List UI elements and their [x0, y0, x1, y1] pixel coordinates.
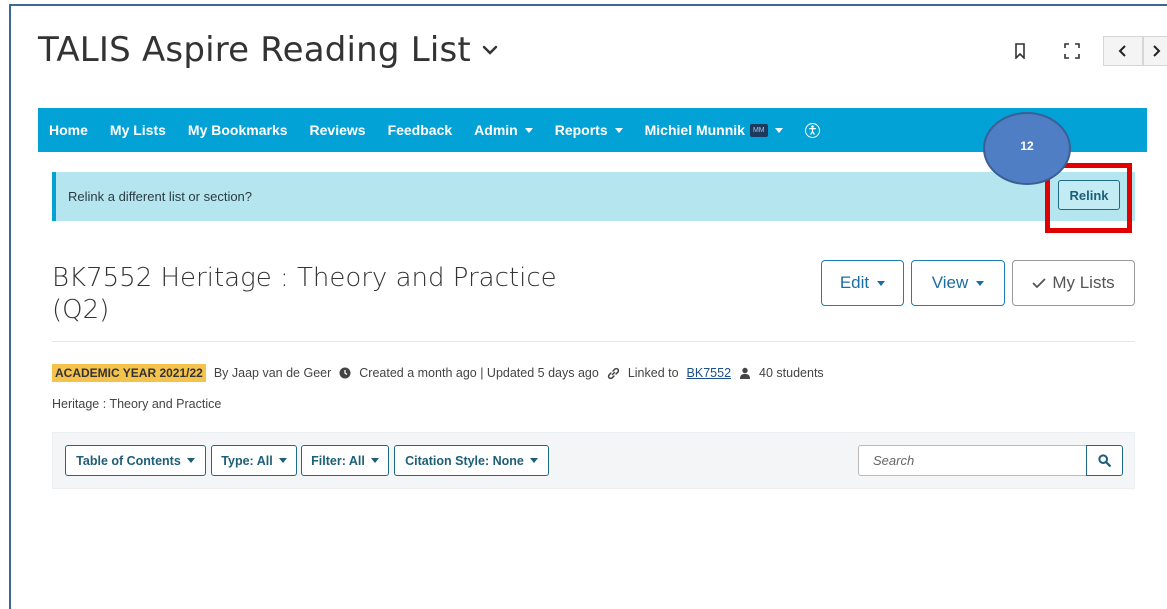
add-to-my-lists-button[interactable]: My Lists: [1012, 260, 1135, 306]
nav-reviews[interactable]: Reviews: [310, 122, 366, 138]
caret-down-icon: [529, 458, 538, 463]
caret-down-icon: [877, 280, 886, 286]
nav-my-bookmarks[interactable]: My Bookmarks: [188, 122, 288, 138]
alert-text: Relink a different list or section?: [68, 189, 253, 204]
created-updated-text: Created a month ago | Updated 5 days ago: [359, 366, 599, 380]
top-tools: [1003, 36, 1167, 66]
nav-feedback[interactable]: Feedback: [388, 122, 453, 138]
link-icon: [607, 367, 620, 380]
nav-user-menu[interactable]: Michiel Munnik MM: [645, 122, 783, 138]
nav-admin-label: Admin: [474, 122, 518, 138]
caret-down-icon: [524, 127, 533, 133]
caret-down-icon: [370, 458, 379, 463]
list-toolbar: Table of Contents Type: All Filter: All …: [52, 432, 1135, 489]
next-button[interactable]: [1143, 36, 1167, 66]
nav-my-lists[interactable]: My Lists: [110, 122, 166, 138]
relink-alert: Relink a different list or section?: [52, 172, 1135, 221]
divider: [52, 341, 1135, 342]
app-title[interactable]: TALIS Aspire Reading List: [38, 30, 503, 70]
nav-home[interactable]: Home: [49, 122, 88, 138]
list-actions: Edit View My Lists: [821, 260, 1135, 306]
avatar: MM: [749, 123, 768, 137]
citation-style-dropdown[interactable]: Citation Style: None: [394, 445, 549, 476]
chevron-left-icon: [1118, 45, 1126, 57]
type-filter-dropdown[interactable]: Type: All: [211, 445, 297, 476]
caret-down-icon: [774, 127, 783, 133]
academic-year-badge: ACADEMIC YEAR 2021/22: [52, 364, 206, 382]
filter-dropdown[interactable]: Filter: All: [301, 445, 389, 476]
caret-down-icon: [614, 127, 623, 133]
list-subtitle: Heritage : Theory and Practice: [52, 397, 222, 411]
main-navbar: Home My Lists My Bookmarks Reviews Feedb…: [38, 108, 1147, 152]
linked-prefix: Linked to: [627, 366, 679, 380]
students-count: 40 students: [759, 366, 824, 380]
list-meta: ACADEMIC YEAR 2021/22 By Jaap van de Gee…: [52, 364, 824, 382]
chevron-down-icon[interactable]: [481, 39, 503, 61]
user-icon: [739, 367, 751, 379]
user-name: Michiel Munnik: [644, 122, 745, 138]
caret-down-icon: [278, 458, 287, 463]
nav-admin[interactable]: Admin: [474, 122, 533, 138]
filter-label: Filter: All: [311, 453, 365, 468]
bookmark-icon[interactable]: [1003, 37, 1037, 65]
table-of-contents-dropdown[interactable]: Table of Contents: [65, 445, 206, 476]
edit-label: Edit: [839, 273, 870, 292]
search-input[interactable]: [858, 445, 1087, 476]
author-text: By Jaap van de Geer: [213, 366, 332, 380]
accessibility-icon: [804, 122, 820, 138]
toc-label: Table of Contents: [76, 453, 181, 468]
chevron-right-icon: [1152, 45, 1160, 57]
app-title-text: TALIS Aspire Reading List: [38, 30, 471, 70]
annotation-step-badge: 12: [983, 112, 1071, 185]
view-button[interactable]: View: [911, 260, 1005, 306]
fullscreen-icon[interactable]: [1055, 37, 1089, 65]
prev-button[interactable]: [1103, 36, 1143, 66]
linked-code-link[interactable]: BK7552: [687, 366, 731, 380]
search-icon: [1098, 454, 1111, 467]
type-label: Type: All: [221, 453, 273, 468]
my-lists-label: My Lists: [1052, 273, 1115, 292]
nav-reports[interactable]: Reports: [555, 122, 623, 138]
caret-down-icon: [976, 280, 985, 286]
check-icon: [1032, 278, 1046, 289]
citation-label: Citation Style: None: [405, 453, 524, 468]
accessibility-button[interactable]: [804, 122, 820, 138]
nav-reports-label: Reports: [554, 122, 608, 138]
view-label: View: [931, 273, 969, 292]
caret-down-icon: [186, 458, 195, 463]
search-button[interactable]: [1086, 445, 1123, 476]
page-title: BK7552 Heritage : Theory and Practice (Q…: [52, 263, 557, 325]
edit-button[interactable]: Edit: [821, 260, 904, 306]
clock-icon: [339, 367, 351, 379]
